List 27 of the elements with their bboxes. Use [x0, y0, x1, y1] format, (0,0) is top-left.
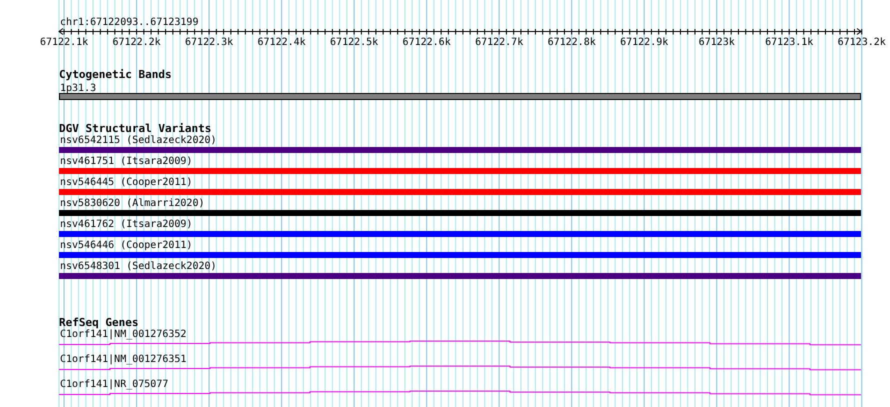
- track-title: RefSeq Genes: [59, 316, 138, 329]
- scale-tick-label: 67123.1k: [765, 37, 814, 48]
- variant-label: nsv6542115 (Sedlazeck2020): [60, 135, 217, 146]
- gene-label: C1orf141|NM_001276352: [60, 329, 186, 340]
- scale-tick-label: 67122.7k: [475, 37, 524, 48]
- variant-label: nsv546446 (Cooper2011): [60, 240, 192, 251]
- variant-label: nsv546445 (Cooper2011): [60, 177, 192, 188]
- gene-label: C1orf141|NM_001276351: [60, 354, 186, 365]
- region-label: chr1:67122093..67123199: [60, 17, 198, 28]
- scale-tick-label: 67123.2k: [838, 37, 886, 48]
- scale-tick-label: 67122.4k: [258, 37, 306, 48]
- gene-label: C1orf141|NR_075077: [60, 379, 168, 390]
- scale-tick-label: 67122.8k: [548, 37, 596, 48]
- variant-label: nsv5830620 (Almarri2020): [60, 198, 204, 209]
- variant-label: nsv461762 (Itsara2009): [60, 219, 192, 230]
- variant-label: nsv6548301 (Sedlazeck2020): [60, 261, 217, 272]
- scale-tick-label: 67122.1k: [40, 37, 88, 48]
- scale-tick-label: 67122.2k: [112, 37, 161, 48]
- track-title: DGV Structural Variants: [59, 122, 212, 135]
- scale-tick-label: 67122.6k: [402, 37, 451, 48]
- scale-tick-label: 67122.9k: [620, 37, 668, 48]
- scale-tick-label: 67122.5k: [330, 37, 378, 48]
- scale-tick-label: 67122.3k: [185, 37, 234, 48]
- scale-tick-label: 67123k: [698, 37, 735, 48]
- band-label: 1p31.3: [60, 83, 96, 94]
- variant-label: nsv461751 (Itsara2009): [60, 156, 192, 167]
- track-title: Cytogenetic Bands: [59, 68, 172, 81]
